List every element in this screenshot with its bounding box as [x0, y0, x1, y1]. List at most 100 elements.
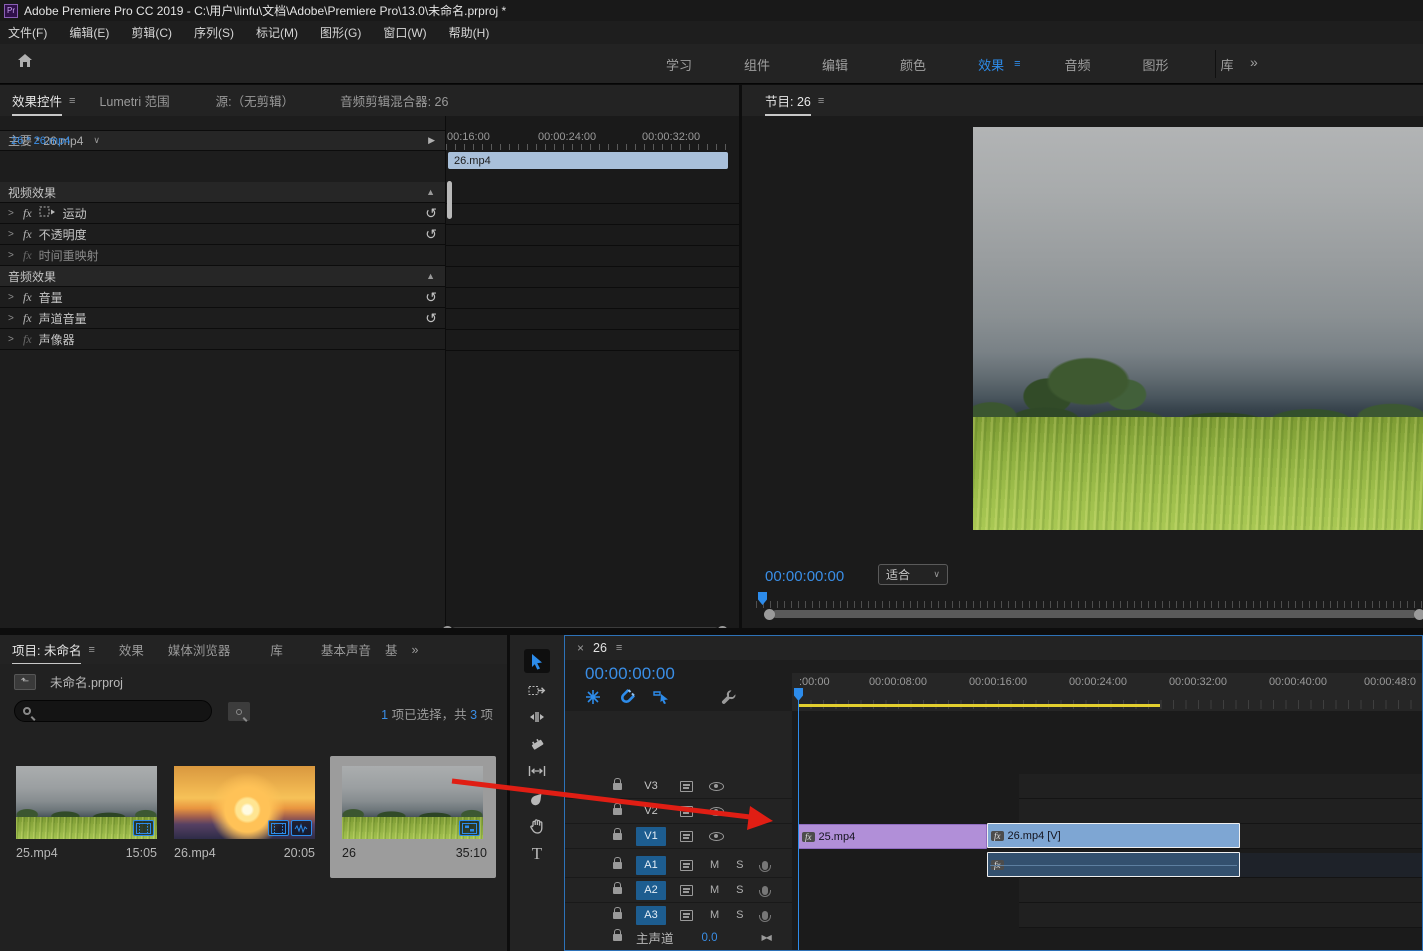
workspace-tab-graphics[interactable]: 图形 [1143, 55, 1169, 74]
workspace-tab-editing[interactable]: 编辑 [822, 55, 848, 74]
item-name[interactable]: 26.mp4 [174, 846, 216, 860]
lock-icon[interactable] [613, 934, 622, 941]
menu-edit[interactable]: 编辑(E) [69, 24, 109, 41]
menu-file[interactable]: 文件(F) [8, 24, 47, 41]
project-item-sequence-26[interactable]: 26 35:10 [330, 756, 496, 878]
track-visibility-icon[interactable] [709, 807, 724, 816]
expand-icon[interactable]: > [8, 313, 16, 324]
track-target-a3[interactable]: A3 [636, 906, 666, 925]
video-effects-section[interactable]: 视频效果 ▲ [0, 182, 445, 203]
tab-media-browser[interactable]: 媒体浏览器 [156, 635, 243, 665]
project-search-box[interactable] [14, 700, 212, 722]
reset-effect-icon[interactable]: ↺ [425, 206, 437, 220]
effect-row-opacity[interactable]: > fx 不透明度 ↺ [0, 224, 445, 245]
hand-tool[interactable] [524, 814, 550, 838]
panel-menu-icon[interactable]: ≡ [69, 95, 75, 107]
voiceover-record-icon[interactable] [762, 861, 768, 870]
menu-marker[interactable]: 标记(M) [256, 24, 298, 41]
track-target-v1[interactable]: V1 [636, 827, 666, 846]
scrollbar-knob[interactable] [764, 609, 775, 620]
thumbnail[interactable] [174, 766, 315, 839]
snap-magnet-icon[interactable] [619, 689, 635, 708]
tab-program-monitor[interactable]: 节目: 26 ≡ [742, 85, 836, 116]
tab-source-monitor[interactable]: 源:（无剪辑） [204, 85, 306, 116]
clip-26mp4-video[interactable]: fx 26.mp4 [V] [987, 823, 1240, 848]
expand-icon[interactable]: > [8, 292, 16, 303]
reset-effect-icon[interactable]: ↺ [425, 227, 437, 241]
menu-graphics[interactable]: 图形(G) [320, 24, 361, 41]
tab-lumetri-scopes[interactable]: Lumetri 范围 [87, 85, 181, 116]
razor-tool[interactable] [524, 732, 550, 756]
work-area-bar[interactable] [798, 704, 1160, 707]
menu-sequence[interactable]: 序列(S) [194, 24, 234, 41]
timeline-settings-wrench-icon[interactable] [721, 689, 737, 708]
linked-selection-icon[interactable] [653, 689, 670, 707]
solo-button[interactable]: S [736, 909, 743, 921]
panel-overflow-icon[interactable]: » [399, 635, 430, 665]
scrollbar-knob[interactable] [1414, 609, 1423, 620]
sync-lock-icon[interactable] [680, 860, 693, 871]
program-mini-ruler[interactable] [756, 594, 1423, 608]
lock-icon[interactable] [613, 912, 622, 919]
sync-lock-icon[interactable] [680, 885, 693, 896]
menu-window[interactable]: 窗口(W) [383, 24, 426, 41]
sync-lock-icon[interactable] [680, 781, 693, 792]
sequence-clip-label[interactable]: 26 * 26.mp4 [8, 128, 70, 153]
tab-project[interactable]: 项目: 未命名 ≡ [0, 635, 107, 665]
effect-row-motion[interactable]: > fx 运动 ↺ [0, 203, 445, 224]
horizontal-scrollbar[interactable] [451, 627, 719, 628]
home-icon[interactable] [16, 52, 34, 73]
sync-lock-icon[interactable] [680, 910, 693, 921]
search-bin-button[interactable] [228, 702, 250, 721]
menu-clip[interactable]: 剪辑(C) [131, 24, 172, 41]
lock-icon[interactable] [613, 783, 622, 790]
effect-row-channel-volume[interactable]: > fx 声道音量 ↺ [0, 308, 445, 329]
workspace-tab-learning[interactable]: 学习 [666, 55, 692, 74]
reset-effect-icon[interactable]: ↺ [425, 311, 437, 325]
tab-audio-clip-mixer[interactable]: 音频剪辑混合器: 26 [328, 85, 460, 116]
ripple-edit-tool[interactable] [524, 705, 550, 729]
track-visibility-icon[interactable] [709, 832, 724, 841]
workspace-tab-color[interactable]: 颜色 [900, 55, 926, 74]
audio-effects-section[interactable]: 音频效果 ▲ [0, 266, 445, 287]
master-level-value[interactable]: 0.0 [702, 932, 718, 944]
track-visibility-icon[interactable] [709, 782, 724, 791]
effect-row-panner[interactable]: > fx 声像器 [0, 329, 445, 350]
track-target-a2[interactable]: A2 [636, 881, 666, 900]
item-name[interactable]: 26 [342, 846, 356, 860]
track-select-forward-tool[interactable] [524, 678, 550, 702]
workspace-tab-effects[interactable]: 效果 [978, 55, 1004, 74]
lock-icon[interactable] [613, 833, 622, 840]
collapse-section-icon[interactable]: ▲ [426, 271, 435, 281]
effect-timeline-ruler[interactable]: 00:16:00 00:00:24:00 00:00:32:00 [446, 130, 727, 151]
voiceover-record-icon[interactable] [762, 911, 768, 920]
thumbnail[interactable] [342, 766, 483, 839]
effect-timeline-clip[interactable]: 26.mp4 [448, 152, 728, 169]
close-icon[interactable]: × [577, 641, 584, 655]
fit-sequence-icon[interactable]: ▶◀ [762, 933, 770, 942]
solo-button[interactable]: S [736, 859, 743, 871]
mute-button[interactable]: M [710, 859, 719, 871]
collapse-section-icon[interactable]: ▲ [426, 187, 435, 197]
sync-lock-icon[interactable] [680, 806, 693, 817]
slip-tool[interactable] [524, 759, 550, 783]
effect-row-volume[interactable]: > fx 音量 ↺ [0, 287, 445, 308]
lock-icon[interactable] [613, 862, 622, 869]
lock-icon[interactable] [613, 887, 622, 894]
item-name[interactable]: 25.mp4 [16, 846, 58, 860]
workspace-tab-assembly[interactable]: 组件 [744, 55, 770, 74]
voiceover-record-icon[interactable] [762, 886, 768, 895]
workspace-effects-menu-icon[interactable]: ≡ [1014, 58, 1020, 70]
workspace-tab-libraries[interactable]: 库 [1221, 55, 1234, 74]
clip-26mp4-audio[interactable]: fx [987, 852, 1240, 877]
chevron-down-icon[interactable]: ∨ [93, 135, 100, 146]
show-timeline-view-icon[interactable]: ▶ [428, 135, 435, 146]
pen-tool[interactable] [524, 787, 550, 811]
program-timecode[interactable]: 00:00:00:00 [765, 568, 844, 585]
effect-row-time-remapping[interactable]: > fx 时间重映射 [0, 245, 445, 266]
tab-essential-graphics[interactable]: 基 [383, 635, 400, 665]
reset-effect-icon[interactable]: ↺ [425, 290, 437, 304]
track-target-a1[interactable]: A1 [636, 856, 666, 875]
nest-insert-icon[interactable] [585, 689, 601, 708]
program-scrollbar[interactable] [772, 610, 1417, 618]
